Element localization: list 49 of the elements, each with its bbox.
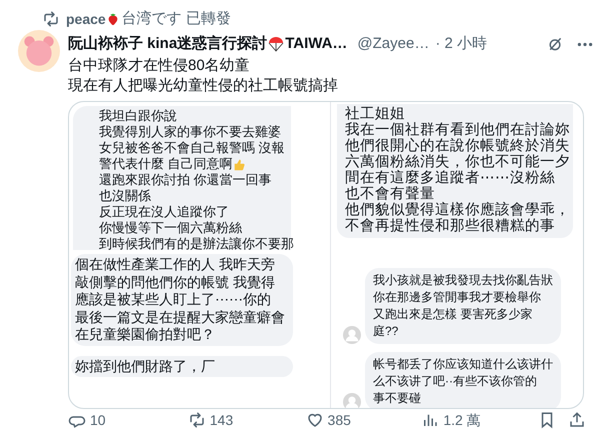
message-line: 帐号都丢了你应该知道什么该讲什 — [373, 356, 553, 373]
repost-label: 台湾です 已轉發 — [122, 9, 231, 29]
message-line: 我覺得別人家的事你不要去雞婆 — [99, 124, 282, 140]
message-line: 間在有這麼多追蹤者⋯⋯沒粉絲 — [345, 170, 556, 186]
message-line: 女兒被爸爸不會自己報警嗎 沒報 — [99, 140, 286, 156]
message-line: 反正現在沒人追蹤你了 — [99, 204, 230, 220]
like-button[interactable]: 385 — [306, 410, 422, 430]
post-time[interactable]: · 2 小時 — [435, 33, 488, 56]
message-line: 警代表什麼 自己同意啊 — [99, 156, 233, 172]
message-line: 也沒關係 — [99, 188, 152, 204]
message-line: 庭?? — [373, 323, 400, 340]
message-line: 妳擋到他們財路了，厂 — [75, 358, 216, 375]
message-line: 么不该讲了吧··有些不该你管的 — [373, 373, 538, 390]
display-name[interactable]: 阮山袮袮子 kina迷惑言行探討 — [68, 33, 268, 56]
attached-image[interactable] — [68, 101, 584, 409]
message-line: 個在做性產業工作的人 我昨天旁 — [75, 256, 276, 274]
display-name[interactable]: TAIWA… — [285, 33, 348, 56]
reply-button[interactable]: 10 — [68, 410, 188, 430]
message-line: 我小孩就是被我發現去找你亂告狀 — [373, 272, 553, 289]
strawberry-icon — [106, 12, 120, 26]
message-line: 也不會有聲量 — [345, 186, 436, 202]
message-line: 應該是被某些人盯上了⋯⋯你的 — [75, 291, 272, 308]
slashed-circle-icon[interactable] — [547, 36, 563, 52]
heart-icon — [306, 411, 324, 429]
message-line: 你在那邊多管閒事我才要檢舉你 — [373, 289, 542, 306]
thumbs-up-icon — [232, 158, 246, 170]
message-line: 最後一篇文是在提醒大家戀童癖會 — [75, 308, 286, 326]
share-icon — [568, 411, 586, 429]
views-button[interactable]: 1.2 萬 — [421, 410, 538, 430]
message-line: 在兒童樂園偷拍對吧？ — [75, 326, 216, 344]
message-line: 又跑出來是怎樣 要害死多少家 — [373, 306, 534, 323]
message-line: 我坦白跟你說 — [99, 108, 178, 124]
post-text: 現在有人把曝光幼童性侵的社工帳號搞掉 — [68, 76, 338, 96]
message-line: 你慢慢等下一個六萬粉絲 — [99, 220, 243, 236]
message-line: 不會再提性侵和那些很糟糕的事 — [345, 218, 556, 234]
message-line: 事不要碰 — [373, 390, 422, 407]
message-line: 他們貌似覺得這樣你應該會學乖， — [345, 202, 565, 218]
message-line: 還跑來跟你討拍 你還當一回事 — [99, 172, 273, 188]
message-line: 社工姐姐 — [345, 106, 406, 122]
user-handle[interactable]: @Zayee… — [357, 33, 430, 56]
repost-icon — [188, 411, 206, 429]
parachute-icon — [268, 36, 284, 52]
message-line: 敲側擊的問他們你的帳號 我覺得 — [75, 274, 276, 291]
message-line: 到時候我們有的是辦法讓你不要那 — [99, 236, 291, 250]
reposter-name[interactable]: peace — [66, 8, 106, 30]
repost-icon — [42, 10, 60, 28]
repost-button[interactable]: 143 — [188, 410, 306, 430]
more-icon[interactable] — [577, 42, 593, 47]
post-text: 台中球隊才在性侵80名幼童 — [68, 56, 251, 76]
